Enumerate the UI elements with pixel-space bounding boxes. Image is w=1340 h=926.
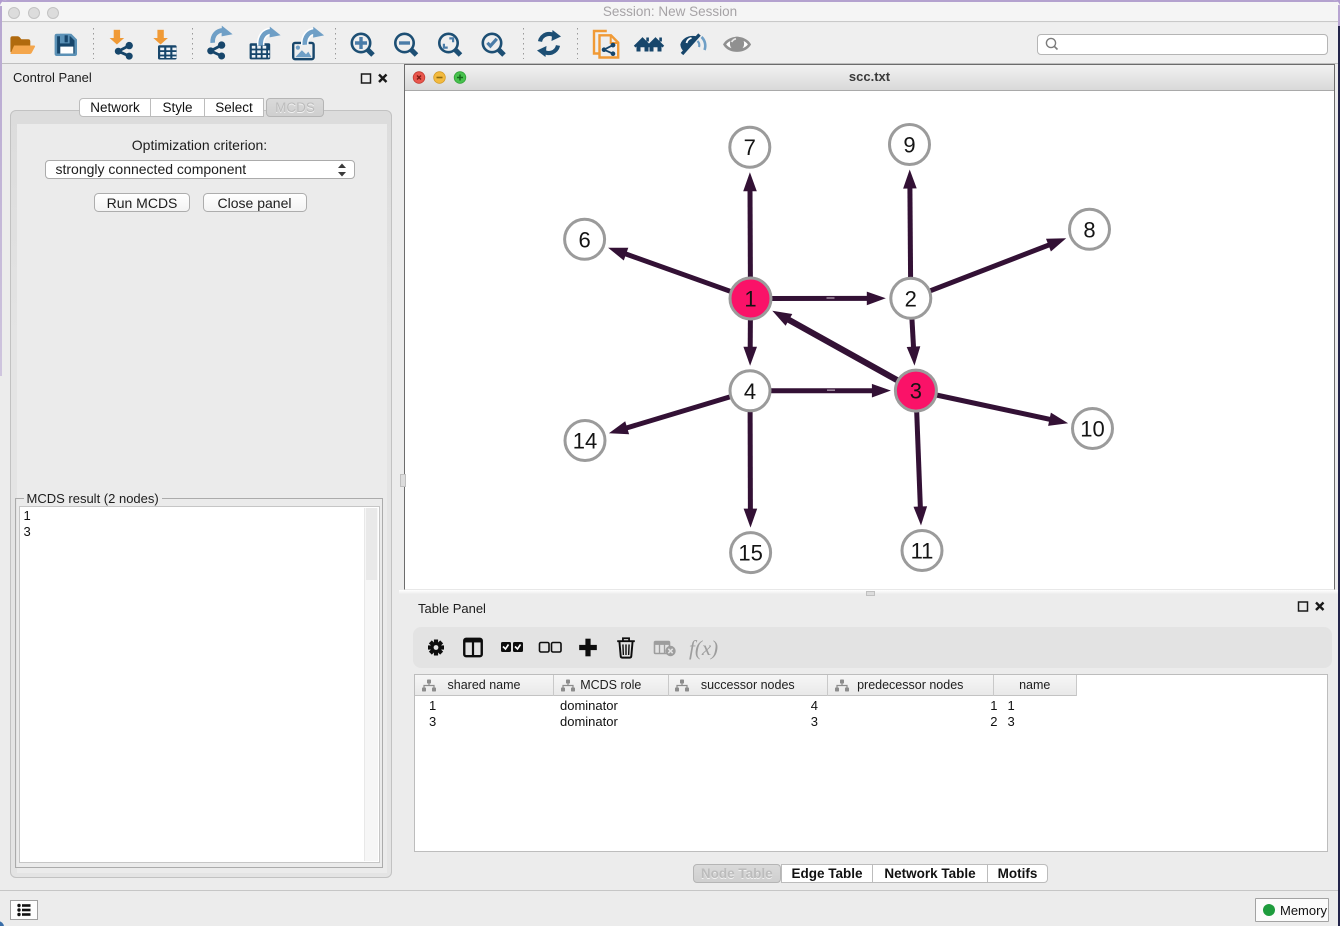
svg-text:9: 9	[903, 132, 915, 157]
svg-text:10: 10	[1080, 416, 1104, 441]
svg-text:11: 11	[911, 538, 934, 563]
svg-text:2: 2	[905, 286, 917, 311]
svg-text:15: 15	[738, 540, 762, 565]
svg-text:4: 4	[744, 378, 756, 403]
svg-text:14: 14	[573, 428, 597, 453]
svg-text:6: 6	[578, 227, 590, 252]
svg-text:8: 8	[1083, 217, 1095, 242]
svg-text:1: 1	[744, 286, 756, 311]
svg-text:3: 3	[910, 378, 922, 403]
svg-text:f(x): f(x)	[689, 636, 718, 660]
svg-text:7: 7	[744, 135, 756, 160]
